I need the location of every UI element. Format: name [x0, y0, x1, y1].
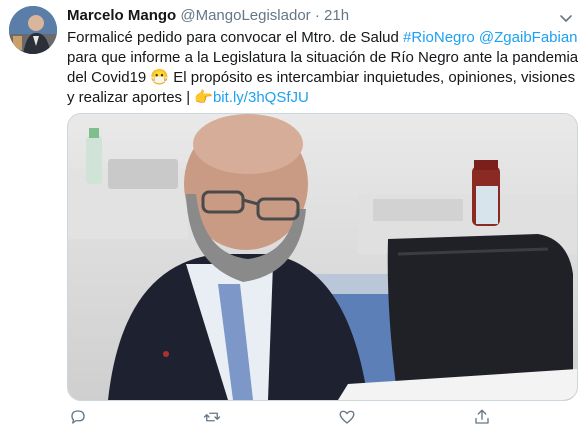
tweet-photo[interactable] — [67, 113, 578, 401]
tweet-time[interactable]: 21h — [324, 7, 349, 24]
photo-illustration — [68, 114, 577, 400]
author-handle[interactable]: @MangoLegislador — [180, 7, 310, 24]
tweet-text: Formalicé pedido para convocar el Mtro. … — [67, 28, 578, 108]
text-segment: para que informe a la Legislatura la sit… — [67, 49, 579, 66]
separator-dot: · — [314, 7, 320, 24]
retweet-icon[interactable] — [201, 406, 223, 428]
url-link[interactable]: bit.ly/3hQSfJU — [213, 89, 309, 106]
share-icon[interactable] — [471, 406, 493, 428]
heart-icon[interactable] — [336, 406, 358, 428]
tweet-text-line: y realizar aportes | 👉bit.ly/3hQSfJU — [67, 88, 572, 108]
mention-link[interactable]: @ZgaibFabian — [479, 29, 578, 46]
tweet-text-line: del Covid19 😷 El propósito es intercambi… — [67, 68, 576, 88]
avatar[interactable] — [9, 6, 57, 54]
text-segment: Formalicé pedido para convocar el Mtro. … — [67, 29, 404, 46]
text-segment: del Covid19 — [67, 69, 151, 86]
hashtag-link[interactable]: #RioNegro — [403, 29, 475, 46]
tweet-text-line: Formalicé pedido para convocar el Mtro. … — [67, 28, 578, 48]
reply-icon[interactable] — [67, 406, 89, 428]
chevron-down-icon[interactable] — [558, 10, 574, 26]
tweet-header: Marcelo Mango @MangoLegislador · 21h — [67, 6, 349, 26]
tweet-actions — [67, 406, 527, 428]
tweet-text-line: para que informe a la Legislatura la sit… — [67, 48, 578, 68]
pointing-hand-emoji-icon: 👉 — [194, 89, 213, 106]
text-segment: El propósito es intercambiar inquietudes… — [169, 69, 576, 86]
avatar-image — [9, 6, 57, 54]
mask-emoji-icon: 😷 — [150, 69, 170, 86]
text-segment: y realizar aportes | — [67, 89, 195, 106]
author-name[interactable]: Marcelo Mango — [67, 7, 176, 24]
